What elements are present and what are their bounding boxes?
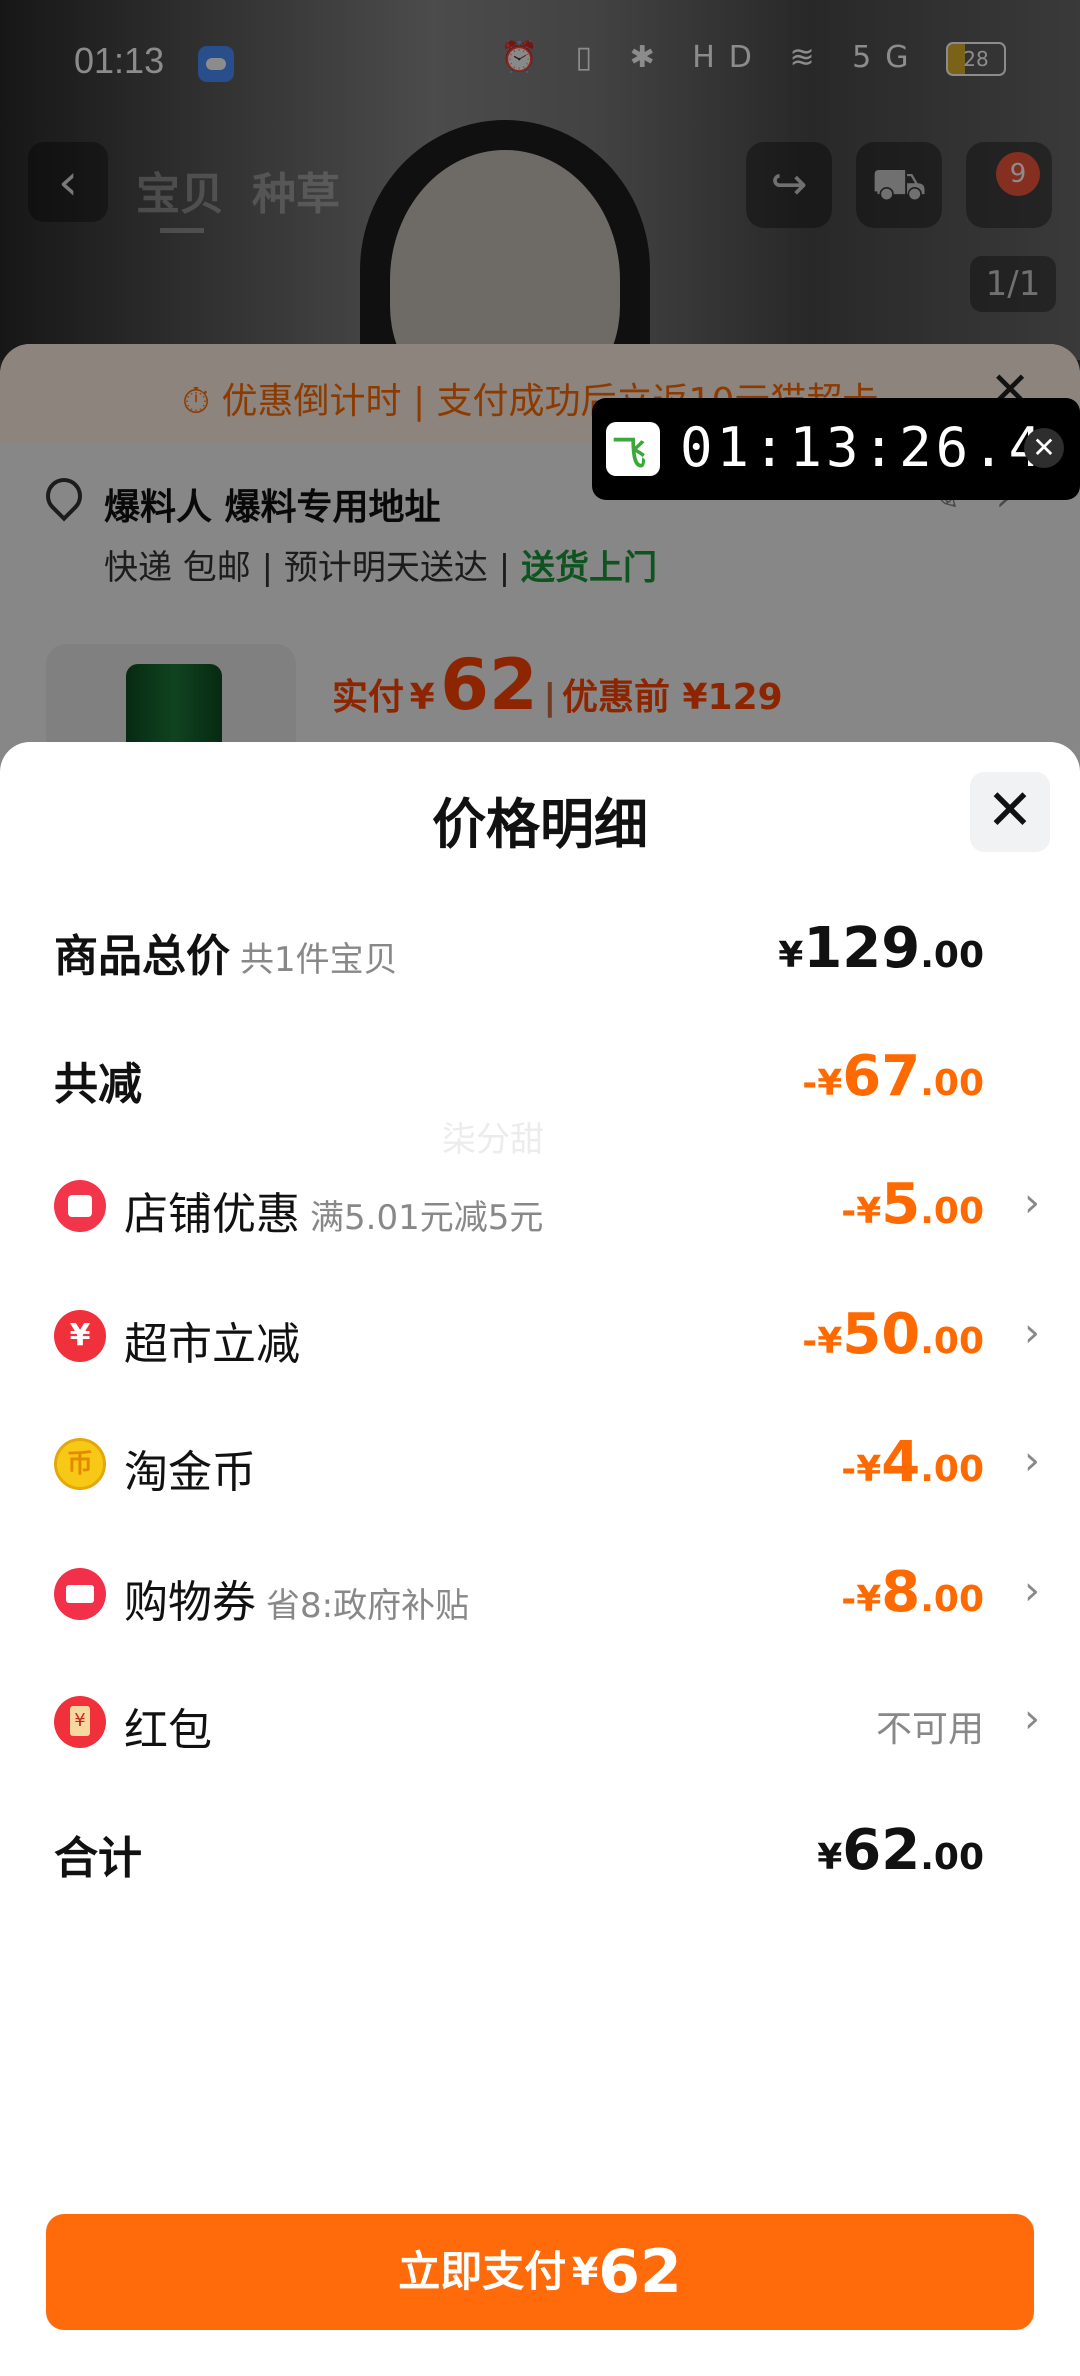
item-amount: -¥4.00 [841, 1430, 984, 1495]
chevron-right-icon: › [1024, 1696, 1040, 1742]
item-amount: -¥8.00 [841, 1560, 984, 1625]
chevron-right-icon: › [1024, 1180, 1040, 1226]
row-red-packet[interactable]: 红包 不可用 › [0, 1670, 1080, 1770]
price-detail-sheet: 价格明细 ✕ 商品总价 共1件宝贝 ¥129.00 共减 -¥67.00 柒分甜 … [0, 742, 1080, 2376]
item-amount: -¥50.00 [802, 1302, 984, 1367]
row-store-discount[interactable]: 店铺优惠 满5.01元减5元 -¥5.00 › [0, 1154, 1080, 1254]
floating-timer[interactable]: 01:13:26.4 ✕ [592, 398, 1080, 500]
red-packet-icon [54, 1696, 106, 1748]
chevron-right-icon: › [1024, 1568, 1040, 1614]
sum-amount: ¥62.00 [817, 1818, 984, 1883]
item-label: 淘金币 [124, 1447, 256, 1498]
chevron-right-icon: › [1024, 1310, 1040, 1356]
item-amount: -¥5.00 [841, 1172, 984, 1237]
item-label: 红包 [124, 1705, 212, 1756]
reduce-amount: -¥67.00 [802, 1044, 984, 1109]
row-total-price: 商品总价 共1件宝贝 ¥129.00 [0, 898, 1080, 998]
store-icon [54, 1180, 106, 1232]
item-label: 店铺优惠 满5.01元减5元 [124, 1189, 544, 1240]
item-label: 超市立减 [124, 1319, 300, 1370]
row-shopping-voucher[interactable]: 购物券 省8:政府补贴 -¥8.00 › [0, 1542, 1080, 1642]
total-label: 商品总价 共1件宝贝 [54, 931, 398, 982]
close-icon[interactable]: ✕ [970, 772, 1050, 852]
yen-icon: ¥ [54, 1310, 106, 1362]
sheet-title: 价格明细 [432, 793, 648, 856]
chevron-right-icon: › [1024, 1438, 1040, 1484]
row-supermarket-discount[interactable]: ¥ 超市立减 -¥50.00 › [0, 1284, 1080, 1384]
row-total-reduce: 共减 -¥67.00 [0, 1026, 1080, 1126]
unavailable-text: 不可用 [875, 1709, 984, 1750]
timer-app-icon [606, 422, 660, 476]
ticket-icon [54, 1568, 106, 1620]
coin-icon: 币 [54, 1438, 106, 1490]
total-amount: ¥129.00 [778, 916, 984, 981]
sum-label: 合计 [54, 1833, 142, 1884]
timer-time: 01:13:26.4 [680, 416, 1046, 479]
item-label: 购物券 省8:政府补贴 [124, 1577, 470, 1628]
row-taojinbi[interactable]: 币 淘金币 -¥4.00 › [0, 1412, 1080, 1512]
row-sum: 合计 ¥62.00 [0, 1800, 1080, 1900]
pay-now-button[interactable]: 立即支付 ¥62 [46, 2214, 1034, 2330]
reduce-label: 共减 [54, 1059, 142, 1110]
close-icon[interactable]: ✕ [1024, 428, 1064, 468]
